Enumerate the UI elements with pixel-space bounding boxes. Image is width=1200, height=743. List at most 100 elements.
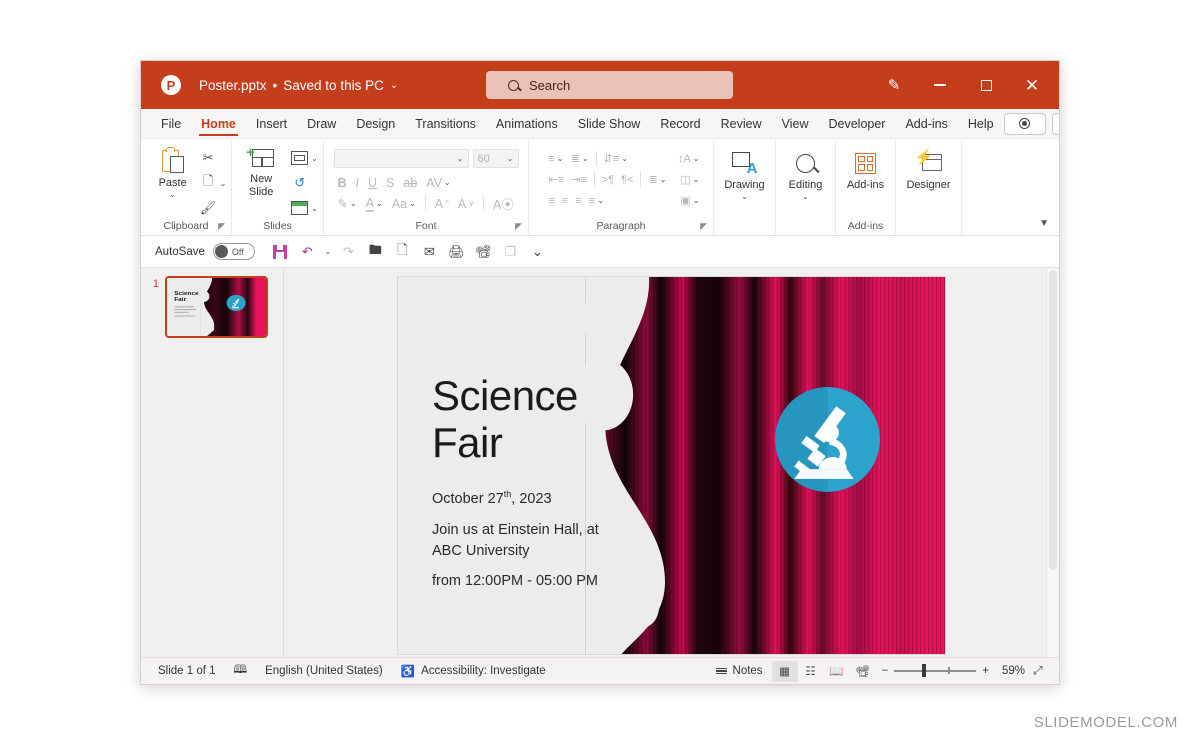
text-shadow-button[interactable]: S [386, 176, 394, 190]
drawing-button[interactable]: A Drawing ⌄ [719, 145, 771, 201]
cut-button[interactable]: ✂ [200, 148, 227, 168]
tab-record[interactable]: Record [650, 109, 710, 138]
slide-thumbnail-1[interactable]: Science Fair [165, 276, 268, 338]
new-file-button[interactable]: 🗋 [389, 240, 416, 264]
slide-thumbnail-pane[interactable]: 1 [141, 268, 284, 657]
email-button[interactable]: ✉ [416, 240, 443, 264]
columns-button[interactable]: ≣⌄ [648, 173, 666, 186]
fit-to-window-button[interactable]: ⤢ [1025, 661, 1051, 682]
increase-indent-button[interactable]: ⇥≡ [571, 173, 587, 186]
redo-button[interactable]: ↷ [335, 240, 362, 264]
bullets-button[interactable]: ≡⌄ [549, 153, 564, 165]
clipboard-dialog-launcher[interactable]: ◤ [218, 221, 225, 232]
scrollbar-thumb[interactable] [1049, 270, 1057, 570]
decrease-font-size-button[interactable]: A∨ [458, 197, 474, 211]
zoom-track[interactable] [894, 670, 976, 672]
tab-add-ins[interactable]: Add-ins [895, 109, 957, 138]
tab-draw[interactable]: Draw [297, 109, 346, 138]
tab-home[interactable]: Home [191, 109, 246, 138]
section-button[interactable]: ⌄ [291, 198, 318, 218]
paste-button[interactable]: Paste ⌄ [146, 145, 200, 199]
minimize-button[interactable] [917, 63, 963, 107]
slide-layout-button[interactable]: ⌄ [291, 148, 318, 168]
tab-help[interactable]: Help [958, 109, 1004, 138]
drawing-chevron-down-icon[interactable]: ⌄ [741, 192, 748, 201]
line-spacing-button[interactable]: ⇵≡⌄ [604, 152, 628, 165]
more-commands-button[interactable]: ⌄ [524, 240, 551, 264]
align-left-button[interactable]: ≡ [549, 195, 555, 207]
reset-slide-button[interactable]: ↺ [291, 173, 318, 193]
ltr-text-button[interactable]: >¶ [602, 174, 614, 186]
zoom-in-button[interactable]: + [982, 665, 989, 677]
format-painter-button[interactable]: 🖌 [200, 198, 227, 218]
reading-view-button[interactable]: 📖 [824, 661, 850, 682]
close-button[interactable]: ✕ [1009, 63, 1055, 107]
vertical-scrollbar[interactable] [1046, 268, 1059, 657]
slideshow-view-button[interactable]: 📽 [850, 661, 876, 682]
align-text-button[interactable]: ◫⌄ [680, 173, 699, 186]
addins-button[interactable]: Add-ins [840, 145, 892, 192]
slide-count-status[interactable]: Slide 1 of 1 [149, 660, 225, 682]
font-color-button[interactable]: A⌄ [366, 196, 383, 212]
font-size-input[interactable]: 60 ⌄ [473, 149, 519, 168]
slide-title-text[interactable]: Science Fair [432, 372, 578, 466]
search-input[interactable]: Search [486, 71, 733, 99]
tab-insert[interactable]: Insert [246, 109, 297, 138]
spellcheck-button[interactable]: 🕮 [225, 660, 257, 682]
zoom-handle[interactable] [922, 664, 926, 677]
paragraph-dialog-launcher[interactable]: ◤ [700, 221, 707, 232]
justify-button[interactable]: ≡⌄ [589, 195, 604, 207]
notes-button[interactable]: Notes [707, 660, 772, 682]
strikethrough-button[interactable]: ab [403, 176, 417, 190]
tab-file[interactable]: File [151, 109, 191, 138]
character-spacing-button[interactable]: AV⌄ [426, 176, 450, 190]
thumbnail-item[interactable]: 1 [141, 276, 268, 338]
language-status[interactable]: English (United States) [256, 660, 392, 682]
copy-button[interactable]: 🗋⌄ [200, 173, 227, 193]
undo-button[interactable]: ↶ [294, 240, 321, 264]
slide-canvas[interactable]: Science Fair October 27th, 2023 Join us … [397, 276, 946, 655]
italic-button[interactable]: I [356, 176, 359, 190]
pen-icon[interactable]: ✎ [871, 63, 917, 107]
title-chevron-down-icon[interactable]: ⌄ [390, 80, 398, 91]
tab-transitions[interactable]: Transitions [405, 109, 486, 138]
microscope-badge[interactable] [775, 387, 880, 492]
text-highlight-button[interactable]: ✎⌄ [338, 196, 357, 211]
change-case-button[interactable]: Aa⌄ [392, 197, 416, 211]
open-button[interactable]: 🖿 [362, 240, 389, 264]
maximize-button[interactable] [963, 63, 1009, 107]
autosave-toggle[interactable]: Off [213, 243, 255, 260]
numbering-button[interactable]: ≣⌄ [571, 152, 589, 165]
accessibility-status[interactable]: ♿ Accessibility: Investigate [392, 660, 555, 682]
duplicate-button[interactable]: ❐ [497, 240, 524, 264]
tab-animations[interactable]: Animations [486, 109, 568, 138]
collapse-ribbon-chevron-icon[interactable]: ▼ [1039, 218, 1049, 229]
normal-view-button[interactable]: ▦ [772, 661, 798, 682]
record-button[interactable] [1004, 113, 1046, 135]
zoom-out-button[interactable]: − [882, 665, 889, 677]
increase-font-size-button[interactable]: A^ [435, 197, 449, 211]
zoom-slider[interactable]: − + [876, 665, 995, 677]
font-dialog-launcher[interactable]: ◤ [515, 221, 522, 232]
align-center-button[interactable]: ≡ [562, 195, 568, 207]
tab-review[interactable]: Review [711, 109, 772, 138]
designer-button[interactable]: ⚡ Designer [899, 145, 959, 192]
tab-design[interactable]: Design [346, 109, 405, 138]
tab-slide-show[interactable]: Slide Show [568, 109, 651, 138]
editing-chevron-down-icon[interactable]: ⌄ [802, 192, 809, 201]
save-button[interactable] [267, 240, 294, 264]
editing-button[interactable]: Editing ⌄ [780, 145, 832, 201]
undo-chevron-down-icon[interactable]: ⌄ [321, 240, 335, 264]
convert-to-smartart-button[interactable]: ▣⌄ [680, 194, 699, 207]
zoom-value[interactable]: 59% [995, 665, 1025, 677]
slide-time-text[interactable]: from 12:00PM - 05:00 PM [432, 573, 598, 589]
rtl-text-button[interactable]: ¶< [621, 174, 633, 186]
new-slide-button[interactable]: + New Slide [237, 145, 285, 198]
paste-chevron-down-icon[interactable]: ⌄ [169, 190, 176, 199]
align-right-button[interactable]: ≡ [575, 195, 581, 207]
tab-developer[interactable]: Developer [818, 109, 895, 138]
text-direction-button[interactable]: ↕A⌄ [678, 153, 700, 165]
tab-view[interactable]: View [772, 109, 819, 138]
decrease-indent-button[interactable]: ⇤≡ [549, 173, 565, 186]
slide-date-text[interactable]: October 27th, 2023 [432, 489, 552, 507]
